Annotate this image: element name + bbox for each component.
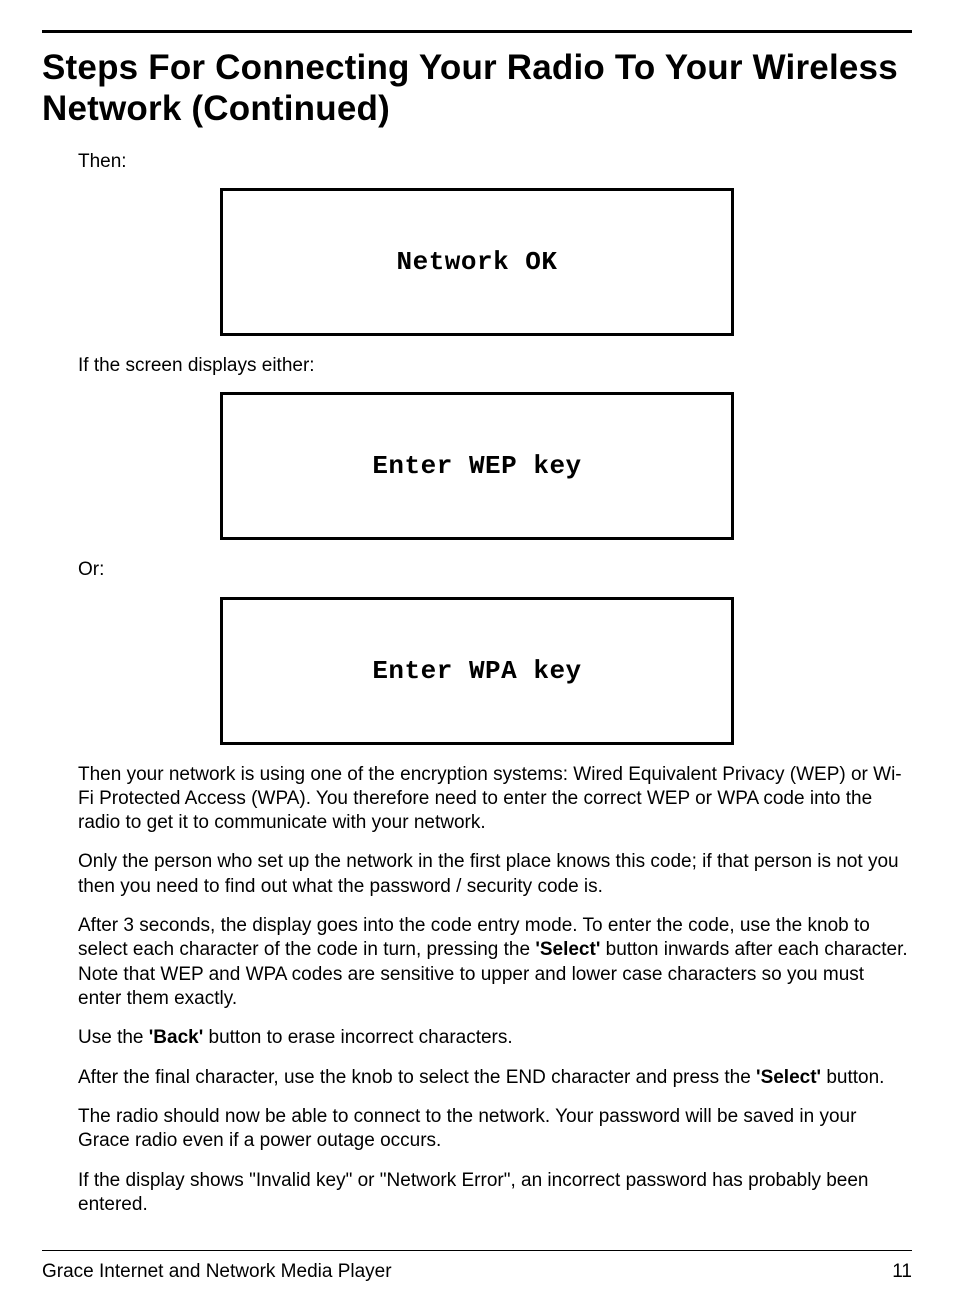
paragraph-connect: The radio should now be able to connect …	[78, 1105, 912, 1154]
text-run: button.	[821, 1067, 884, 1088]
page-title: Steps For Connecting Your Radio To Your …	[42, 47, 912, 130]
text-run: After the final character, use the knob …	[78, 1067, 756, 1088]
display-box-wep: Enter WEP key	[220, 392, 734, 540]
top-divider	[42, 30, 912, 33]
display-text: Enter WEP key	[372, 451, 581, 481]
page-number: 11	[892, 1261, 912, 1283]
display-box-network-ok: Network OK	[220, 188, 734, 336]
display-text: Enter WPA key	[372, 656, 581, 686]
paragraph-person-setup: Only the person who set up the network i…	[78, 850, 912, 899]
footer-title: Grace Internet and Network Media Player	[42, 1261, 392, 1283]
bold-back: 'Back'	[149, 1027, 203, 1048]
text-run: Use the	[78, 1027, 149, 1048]
paragraph-invalid: If the display shows "Invalid key" or "N…	[78, 1169, 912, 1218]
paragraph-code-entry: After 3 seconds, the display goes into t…	[78, 914, 912, 1011]
intro-or: Or:	[78, 558, 912, 582]
page-footer: Grace Internet and Network Media Player …	[42, 1250, 912, 1283]
intro-if-screen: If the screen displays either:	[78, 354, 912, 378]
display-box-wpa: Enter WPA key	[220, 597, 734, 745]
bold-select: 'Select'	[535, 939, 600, 960]
text-run: button to erase incorrect characters.	[203, 1027, 512, 1048]
intro-then: Then:	[78, 150, 912, 174]
paragraph-encryption: Then your network is using one of the en…	[78, 763, 912, 836]
bold-select-2: 'Select'	[756, 1067, 821, 1088]
paragraph-back-button: Use the 'Back' button to erase incorrect…	[78, 1026, 912, 1050]
display-text: Network OK	[396, 247, 557, 277]
footer-divider	[42, 1250, 912, 1251]
paragraph-final-char: After the final character, use the knob …	[78, 1066, 912, 1090]
